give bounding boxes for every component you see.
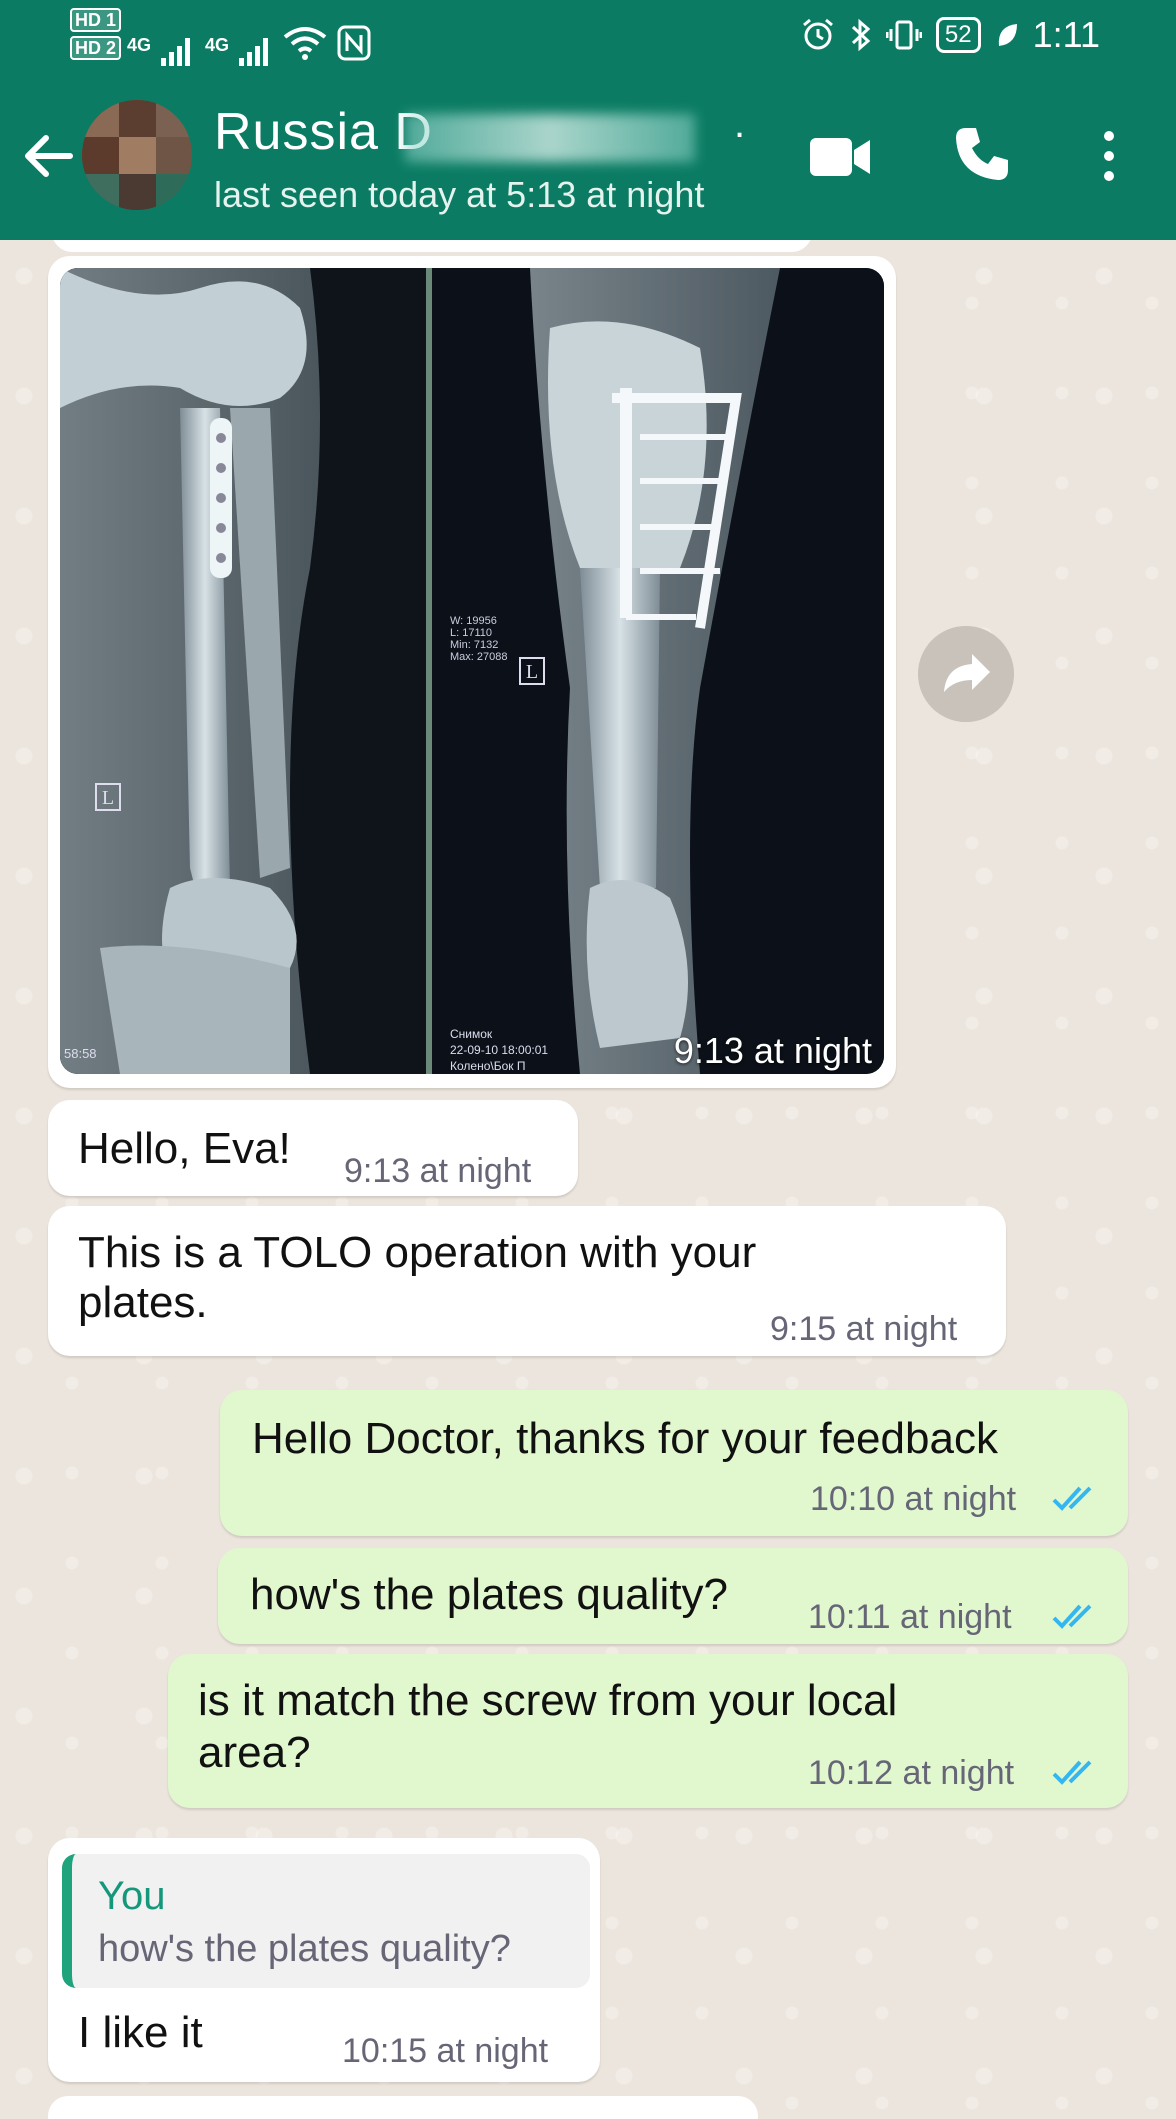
message-time: 10:15 at night: [342, 2032, 549, 2070]
vibrate-icon: [885, 20, 922, 50]
message-text: I like it: [78, 2008, 203, 2057]
message-text: how's the plates quality?: [250, 1570, 729, 1619]
xray-illustration: L 58:58 W: 19956 L: 17110 Min: 7132 Max:…: [60, 268, 884, 1074]
signal-bars-1-icon: [161, 36, 195, 66]
double-check-icon: [1052, 1604, 1092, 1629]
message-time: 10:11 at night: [808, 1598, 1012, 1636]
last-seen-status: last seen today at 5:13 at night: [214, 174, 705, 215]
chat-header: HD 1 HD 2 4G 4G 52 1:11 Russia D . last …: [0, 0, 1176, 240]
double-check-icon: [1052, 1760, 1092, 1785]
signal-bars-2-icon: [239, 36, 273, 66]
previous-message-bubble: [52, 240, 812, 252]
signal-group: 4G 4G: [127, 20, 371, 66]
image-message[interactable]: L 58:58 W: 19956 L: 17110 Min: 7132 Max:…: [48, 256, 896, 1088]
xray-bottom-left-text: 58:58: [64, 1046, 97, 1061]
message-bubble-out[interactable]: is it match the screw from your local ar…: [168, 1654, 1128, 1808]
message-text-line-2: area?: [198, 1728, 311, 1777]
message-time: 10:10 at night: [810, 1480, 1017, 1518]
message-bubble-out[interactable]: Hello Doctor, thanks for your feedback 1…: [220, 1390, 1128, 1536]
quoted-author: You: [98, 1874, 166, 1918]
forward-icon[interactable]: [918, 626, 1014, 722]
video-call-icon[interactable]: [808, 132, 872, 182]
message-text-line-2: plates.: [78, 1278, 208, 1327]
app-bar: Russia D . last seen today at 5:13 at ni…: [0, 80, 1176, 240]
message-time: 9:13 at night: [344, 1152, 532, 1190]
message-bubble-out[interactable]: how's the plates quality? 10:11 at night: [218, 1548, 1128, 1644]
hd1-badge: HD 1: [70, 8, 122, 32]
redacted-name-blur: [405, 114, 695, 162]
status-left: HD 1 HD 2 4G 4G: [70, 8, 371, 66]
message-time: 10:12 at night: [808, 1754, 1015, 1792]
status-right: 52 1:11: [800, 14, 1100, 56]
xray-image[interactable]: L 58:58 W: 19956 L: 17110 Min: 7132 Max:…: [60, 268, 884, 1074]
hd2-badge: HD 2: [70, 36, 122, 60]
contact-name-suffix: .: [734, 102, 746, 146]
xray-info-line-4: Max: 27088: [450, 651, 507, 663]
alarm-icon: [802, 18, 833, 50]
chat-area[interactable]: L 58:58 W: 19956 L: 17110 Min: 7132 Max:…: [0, 240, 1176, 2119]
quoted-message[interactable]: You how's the plates quality?: [62, 1854, 590, 1988]
message-bubble-in[interactable]: Hello, Eva! 9:13 at night: [48, 1100, 578, 1196]
back-arrow-icon[interactable]: [18, 126, 78, 186]
reply-message-bubble[interactable]: You how's the plates quality? I like it …: [48, 1838, 600, 2082]
xray-info-line-2: L: 17110: [450, 627, 492, 639]
contact-avatar[interactable]: [82, 100, 192, 210]
contact-name[interactable]: Russia D: [214, 102, 433, 162]
message-text: Hello Doctor, thanks for your feedback: [252, 1414, 998, 1463]
more-vert-icon[interactable]: [1094, 126, 1124, 186]
xray-left-label: L: [102, 787, 114, 809]
xray-caption-line-3: Колено\Бок П: [450, 1059, 525, 1073]
leaf-icon: [998, 24, 1017, 46]
network-type-2: 4G: [205, 34, 230, 55]
nfc-icon: [337, 25, 371, 61]
hd-badges: HD 1 HD 2: [70, 8, 122, 60]
message-text-line-1: is it match the screw from your local: [198, 1676, 898, 1725]
battery-indicator: 52: [935, 17, 981, 53]
message-time: 9:15 at night: [770, 1310, 958, 1348]
xray-caption-line-1: Снимок: [450, 1027, 493, 1041]
xray-right-label: L: [526, 661, 538, 683]
next-message-bubble: [48, 2096, 758, 2119]
xray-caption-line-2: 22-09-10 18:00:01: [450, 1043, 548, 1057]
bluetooth-icon: [851, 18, 871, 52]
phone-icon[interactable]: [952, 124, 1012, 184]
message-text: Hello, Eva!: [78, 1124, 291, 1173]
status-bar: HD 1 HD 2 4G 4G 52 1:11: [0, 0, 1176, 78]
message-text-line-1: This is a TOLO operation with your: [78, 1228, 757, 1277]
quoted-text: how's the plates quality?: [98, 1928, 511, 1970]
xray-info-line-1: W: 19956: [450, 615, 497, 627]
double-check-icon: [1052, 1486, 1092, 1511]
network-type-1: 4G: [127, 34, 152, 55]
message-bubble-in[interactable]: This is a TOLO operation with your plate…: [48, 1206, 1006, 1356]
wifi-icon: [283, 27, 327, 60]
xray-info-line-3: Min: 7132: [450, 639, 498, 651]
clock-time: 1:11: [1032, 14, 1100, 55]
image-message-time: 9:13 at night: [673, 1030, 872, 1071]
